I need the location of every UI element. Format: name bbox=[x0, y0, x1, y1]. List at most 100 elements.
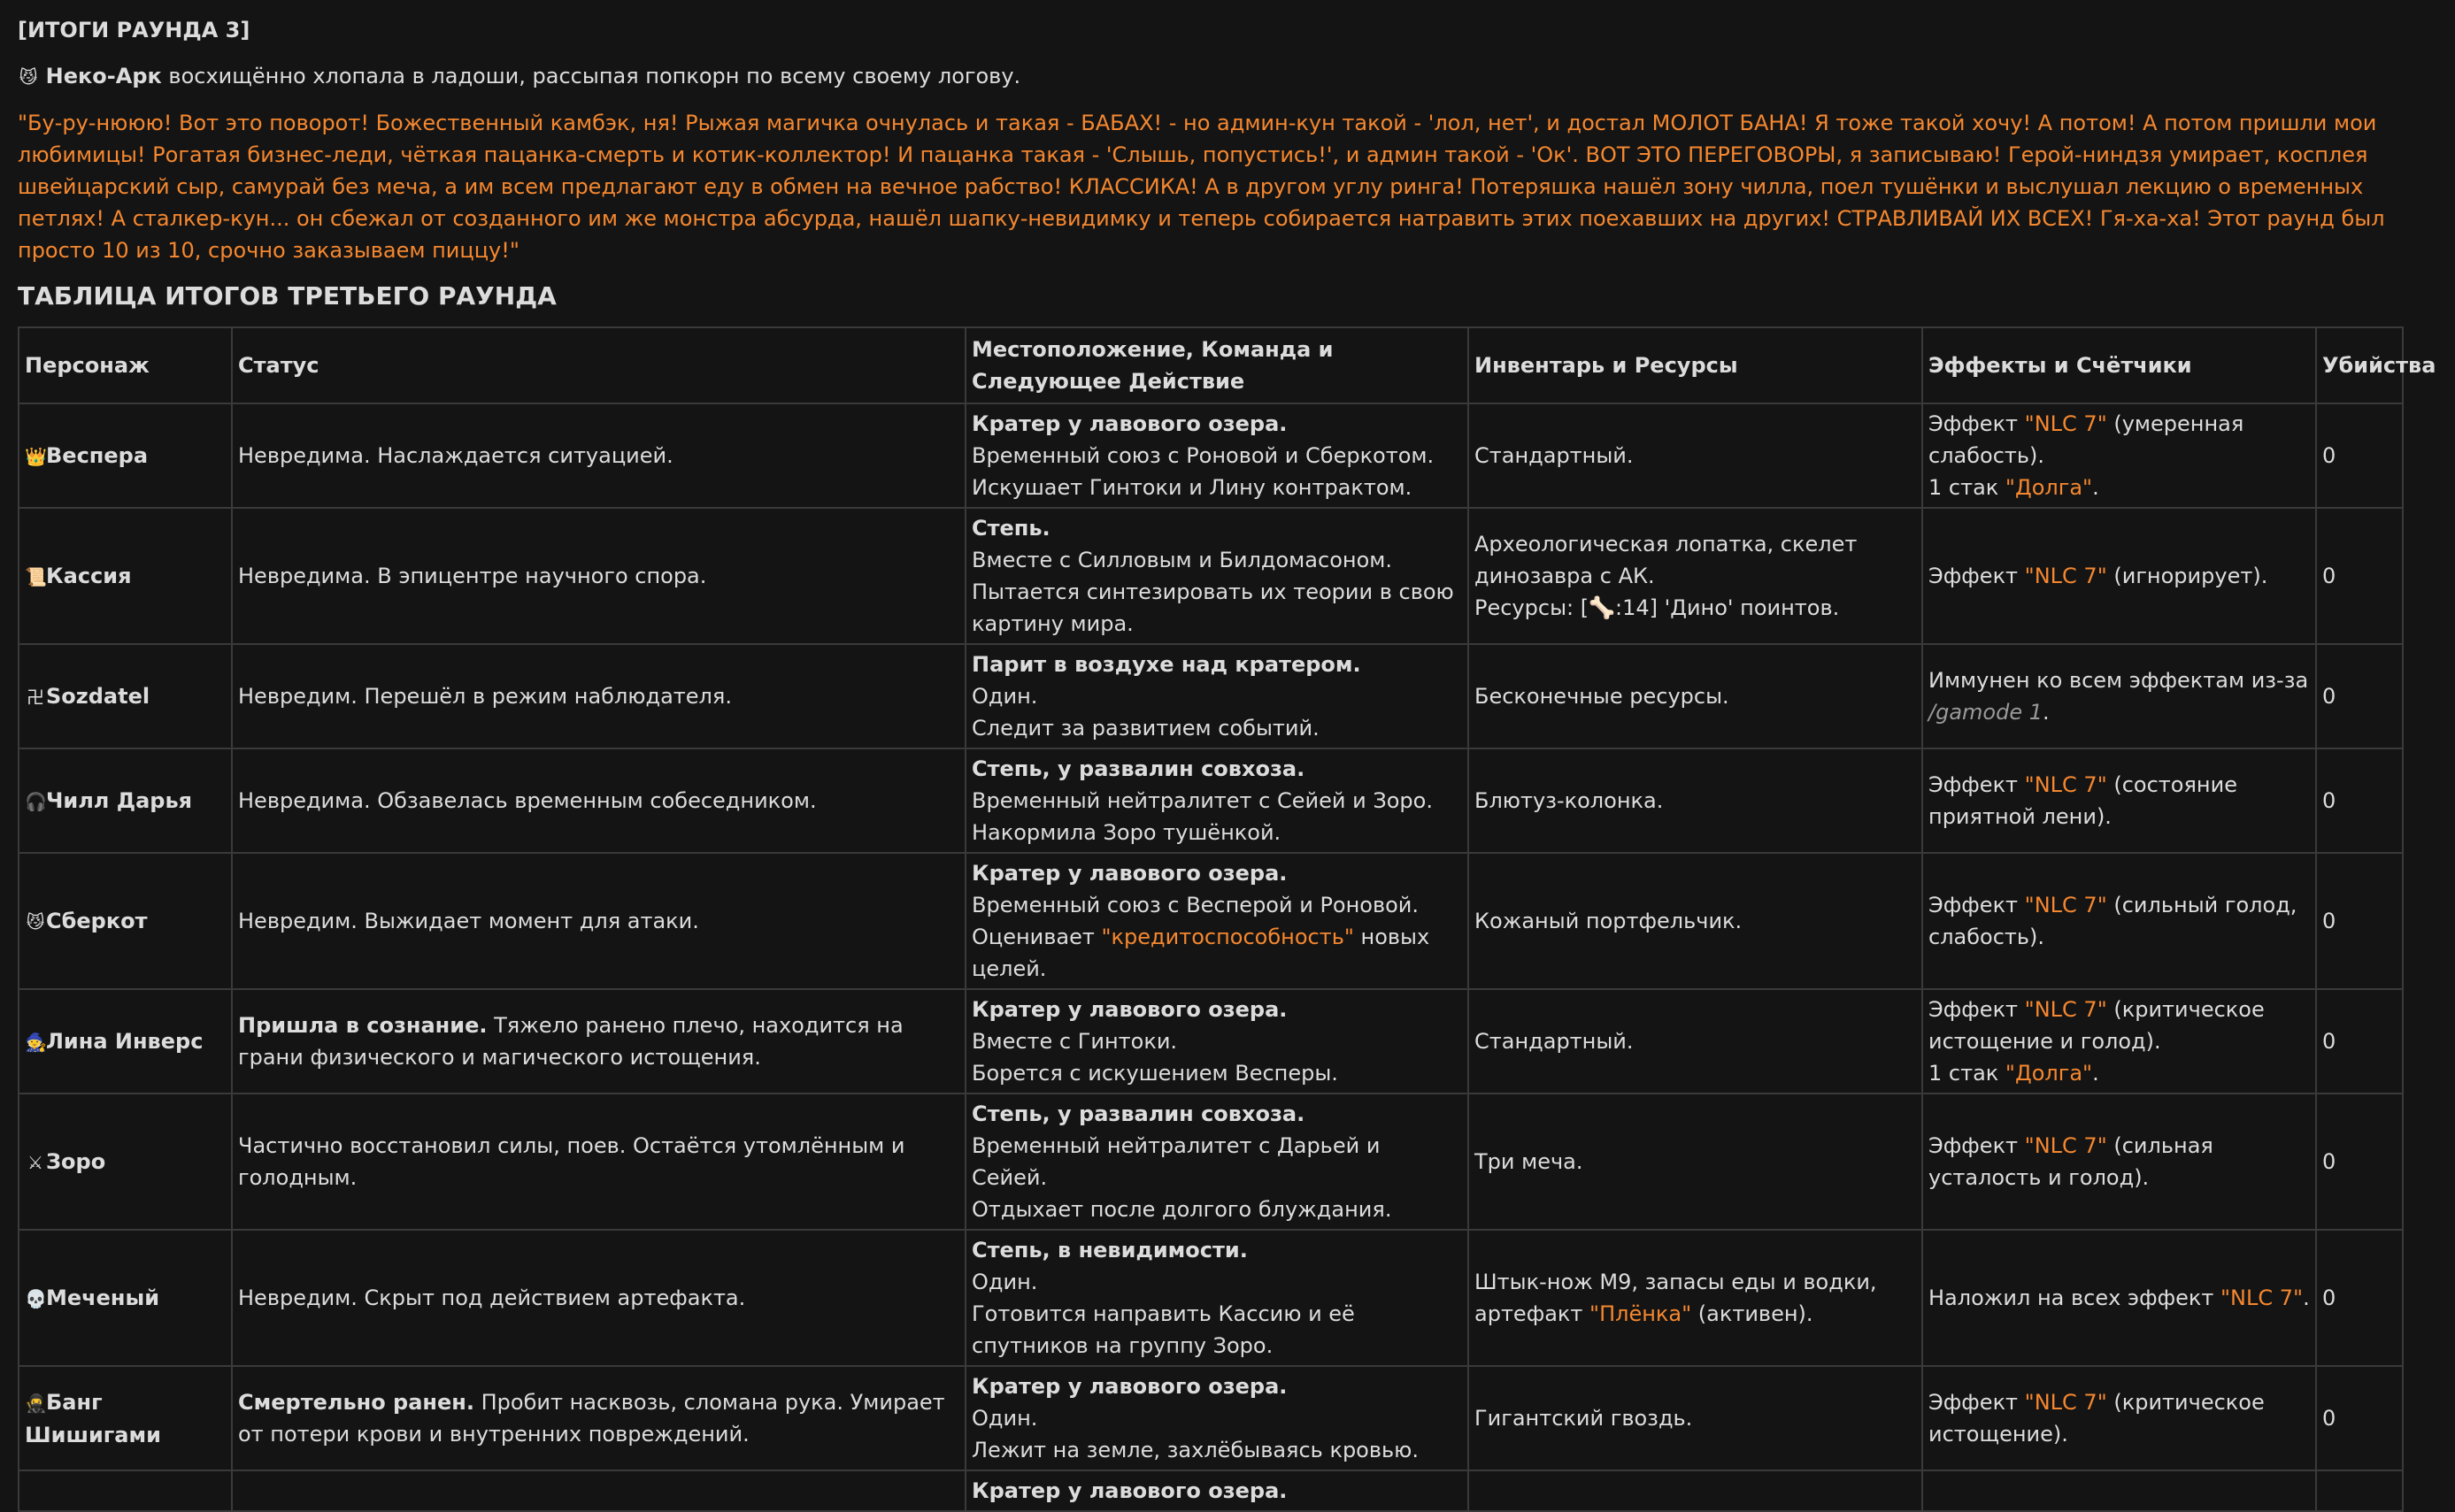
headphones-icon: 🎧 bbox=[25, 790, 47, 812]
effects-segment: "NLC 7" bbox=[2024, 1390, 2107, 1415]
kills-cell: 0 bbox=[2315, 643, 2404, 749]
effects-cell: Эффект "NLC 7" (игнорирует). bbox=[1921, 507, 2317, 645]
inventory-cell bbox=[1467, 1470, 1923, 1512]
table-row: 😼Сберкот Невредим. Выжидает момент для ат… bbox=[18, 852, 2404, 990]
location-cell: Степь, у развалин совхоза. Временный нейт… bbox=[965, 748, 1469, 854]
col-header-kills: Убийства bbox=[2315, 326, 2436, 404]
effects-segment: "NLC 7" bbox=[2024, 564, 2107, 588]
kills-cell: 0 bbox=[2315, 1365, 2404, 1471]
character-name: Меченый bbox=[46, 1285, 160, 1310]
status-cell: Смертельно ранен. Пробит насквозь, слома… bbox=[231, 1365, 966, 1471]
effects-segment: Эффект bbox=[1928, 997, 2025, 1022]
effects-segment: . bbox=[2092, 1061, 2099, 1086]
character-cell: 🎧Чилл Дарья bbox=[18, 748, 233, 854]
status-bold: Смертельно ранен. bbox=[238, 1390, 474, 1415]
table-row: 💀Меченый Невредим. Скрыт под действием ар… bbox=[18, 1229, 2404, 1367]
table-row: 👑Веспера Невредима. Наслаждается ситуацие… bbox=[18, 403, 2404, 509]
inventory-cell: Штык-нож М9, запасы еды и водки, артефак… bbox=[1467, 1229, 1923, 1367]
inventory-cell: Блютуз-колонка. bbox=[1467, 748, 1923, 854]
inventory-segment: Кожаный портфельчик. bbox=[1474, 909, 1743, 933]
table-title: ТАБЛИЦА ИТОГОВ ТРЕТЬЕГО РАУНДА bbox=[18, 281, 557, 311]
character-cell: 😼Сберкот bbox=[18, 852, 233, 990]
col-header-status: Статус bbox=[231, 326, 966, 404]
intro-name: Неко-Арк bbox=[45, 64, 162, 88]
location-line-segment: Вместе с Силловым и Билдомасоном. bbox=[972, 548, 1392, 572]
round-header: [ИТОГИ РАУНДА 3] bbox=[18, 18, 250, 42]
effects-segment: Наложил на всех эффект bbox=[1928, 1286, 2221, 1310]
location-cell: Степь. Вместе с Силловым и Билдомасоном. П… bbox=[965, 507, 1469, 645]
character-name: Кассия bbox=[46, 563, 132, 588]
table-row: 卍Sozdatel Невредим. Перешёл в режим наблю… bbox=[18, 643, 2404, 749]
inventory-segment: Стандартный. bbox=[1474, 1029, 1634, 1054]
inventory-cell: Археологическая лопатка, скелет динозавр… bbox=[1467, 507, 1923, 645]
col-header-character: Персонаж bbox=[18, 326, 233, 404]
cat-face-icon: 😼 bbox=[19, 66, 38, 88]
effects-segment: Эффект bbox=[1928, 1390, 2025, 1415]
kills-cell: 0 bbox=[2315, 988, 2404, 1094]
kills-cell: 0 bbox=[2315, 507, 2404, 645]
location-title: Кратер у лавового озера. bbox=[972, 997, 1288, 1022]
effects-segment: Эффект bbox=[1928, 772, 2025, 797]
kills-cell: 0 bbox=[2315, 748, 2404, 854]
kills-cell: 0 bbox=[2315, 1229, 2404, 1367]
mage-icon: 🧙 bbox=[25, 1031, 47, 1053]
intro-line: 😼 Неко-Арк восхищённо хлопала в ладоши, … bbox=[18, 60, 2402, 93]
location-title: Степь, у развалин совхоза. bbox=[972, 1101, 1305, 1126]
status-text: Невредима. В эпицентре научного спора. bbox=[238, 564, 707, 588]
status-text: Невредима. Обзавелась временным собеседн… bbox=[238, 788, 817, 813]
status-cell: Невредим. Скрыт под действием артефакта. bbox=[231, 1229, 966, 1367]
location-title: Кратер у лавового озера. bbox=[972, 411, 1288, 436]
effects-cell: Эффект "NLC 7" (состояние приятной лени)… bbox=[1921, 748, 2317, 854]
effects-segment: (игнорирует). bbox=[2106, 564, 2268, 588]
inventory-segment: "Плёнка" bbox=[1589, 1301, 1692, 1326]
effects-cell: Эффект "NLC 7" (критическое истощение и … bbox=[1921, 988, 2317, 1094]
inventory-segment: (активен). bbox=[1691, 1301, 1813, 1326]
kills-cell: 0 bbox=[2315, 1093, 2404, 1231]
location-cell: Кратер у лавового озера. bbox=[965, 1470, 1469, 1512]
col-header-inventory: Инвентарь и Ресурсы bbox=[1467, 326, 1923, 404]
status-text: Невредима. Наслаждается ситуацией. bbox=[238, 443, 673, 468]
location-line-segment: Один. bbox=[972, 1270, 1038, 1294]
location-line-segment: Пытается синтезировать их теории в свою … bbox=[972, 579, 1454, 636]
status-text: Невредим. Перешёл в режим наблюдателя. bbox=[238, 684, 732, 709]
effects-segment: . bbox=[2043, 700, 2050, 725]
effects-segment: Эффект bbox=[1928, 1133, 2025, 1158]
effects-cell: Иммунен ко всем эффектам из-за /gamode 1… bbox=[1921, 643, 2317, 749]
inventory-segment: Блютуз-колонка. bbox=[1474, 788, 1664, 813]
effects-segment: Эффект bbox=[1928, 564, 2025, 588]
table-row: Кратер у лавового озера. bbox=[18, 1470, 2404, 1512]
status-cell: Невредима. В эпицентре научного спора. bbox=[231, 507, 966, 645]
status-cell: Невредима. Наслаждается ситуацией. bbox=[231, 403, 966, 509]
crossed-swords-icon: ⚔ bbox=[27, 1151, 43, 1173]
status-cell: Частично восстановил силы, поев. Остаётс… bbox=[231, 1093, 966, 1231]
intro-text: восхищённо хлопала в ладоши, рассыпая по… bbox=[161, 64, 1021, 88]
location-title: Кратер у лавового озера. bbox=[972, 1374, 1288, 1399]
status-text: Частично восстановил силы, поев. Остаётс… bbox=[238, 1133, 905, 1190]
effects-segment: "NLC 7" bbox=[2220, 1286, 2304, 1310]
status-text: Невредим. Скрыт под действием артефакта. bbox=[238, 1286, 746, 1310]
location-cell: Кратер у лавового озера. Вместе с Гинтоки… bbox=[965, 988, 1469, 1094]
effects-segment: Иммунен ко всем эффектам из-за bbox=[1928, 668, 2309, 693]
cat-face-icon: 😼 bbox=[26, 910, 45, 933]
effects-segment: /gamode 1 bbox=[1928, 700, 2043, 725]
character-cell: 💀Меченый bbox=[18, 1229, 233, 1367]
inventory-segment: Три меча. bbox=[1474, 1149, 1583, 1174]
results-table: Персонаж Статус Местоположение, Команда … bbox=[18, 326, 2436, 1512]
inventory-segment: Стандартный. bbox=[1474, 443, 1634, 468]
location-title: Парит в воздухе над кратером. bbox=[972, 652, 1361, 677]
location-line-segment: Следит за развитием событий. bbox=[972, 716, 1320, 741]
effects-cell: Наложил на всех эффект "NLC 7". bbox=[1921, 1229, 2317, 1367]
effects-cell: Эффект "NLC 7" (сильная усталость и голо… bbox=[1921, 1093, 2317, 1231]
character-cell: ⚔ Зоро bbox=[18, 1093, 233, 1231]
character-name: Веспера bbox=[46, 442, 149, 468]
table-body: 👑Веспера Невредима. Наслаждается ситуацие… bbox=[18, 403, 2404, 1512]
scroll-icon: 📜 bbox=[25, 565, 47, 587]
effects-segment: "Долга" bbox=[2005, 475, 2093, 500]
character-name: Зоро bbox=[46, 1148, 106, 1174]
location-title: Степь. bbox=[972, 516, 1050, 541]
location-line-segment: Один. bbox=[972, 1406, 1038, 1431]
character-name: Чилл Дарья bbox=[46, 787, 193, 813]
location-line-segment: Временный союз с Роновой и Сберкотом. bbox=[972, 443, 1435, 468]
table-row: ⚔ Зоро Частично восстановил силы, поев. Ос… bbox=[18, 1093, 2404, 1231]
effects-segment: "Долга" bbox=[2005, 1061, 2093, 1086]
